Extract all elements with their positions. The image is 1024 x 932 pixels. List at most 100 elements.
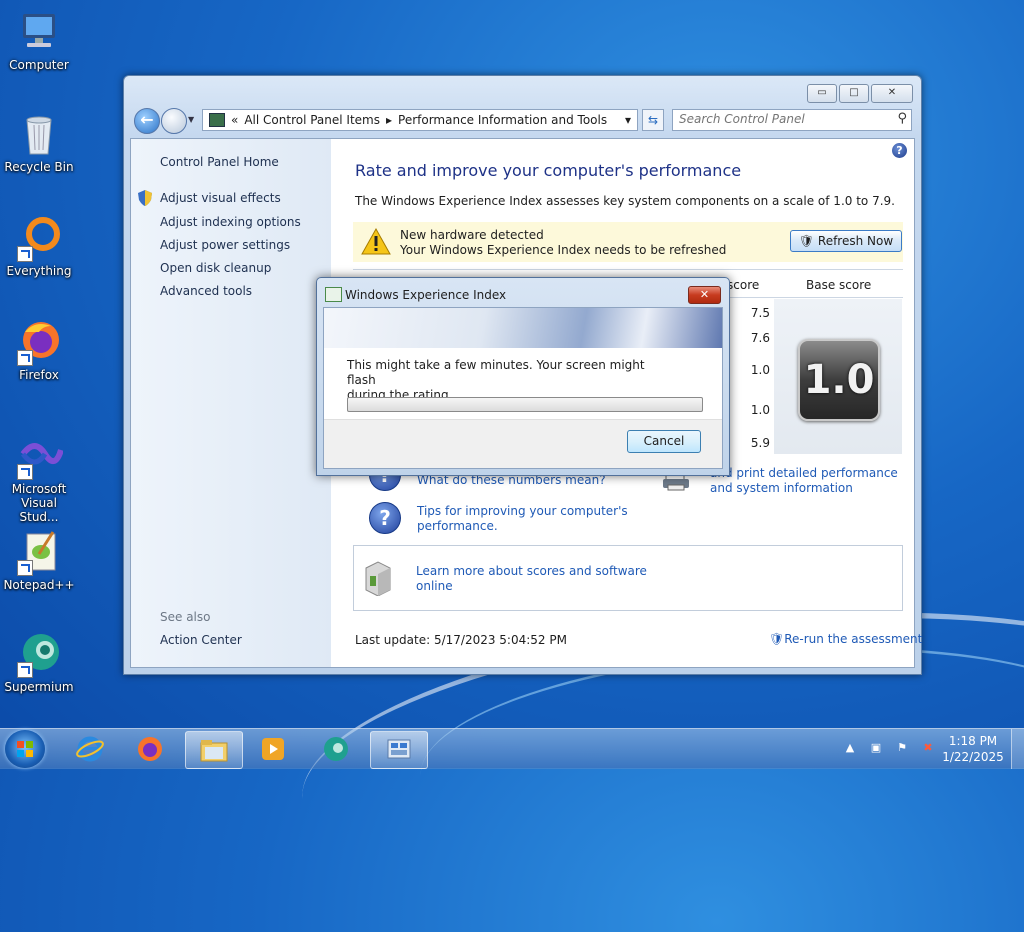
desktop-icon-vscode[interactable]: Microsoft Visual Stud...: [0, 432, 78, 524]
hardware-notice: New hardware detected Your Windows Exper…: [353, 222, 903, 262]
notice-detail: Your Windows Experience Index needs to b…: [400, 243, 727, 257]
taskbar-explorer[interactable]: [185, 731, 243, 769]
desktop-icon-label: Computer: [9, 58, 69, 72]
dialog-banner: [324, 308, 722, 348]
tips-link-line2[interactable]: performance.: [417, 519, 498, 533]
desktop-icon-label: Supermium: [4, 680, 74, 694]
clock[interactable]: 1:18 PM 1/22/2025: [937, 733, 1009, 765]
taskbar-media-player[interactable]: [245, 731, 301, 767]
breadcrumb-separator[interactable]: ▸: [386, 113, 392, 127]
learn-more-link-line2[interactable]: online: [416, 579, 453, 593]
dialog-close-button[interactable]: ✕: [688, 286, 721, 304]
desktop-icon-label: Firefox: [19, 368, 59, 382]
address-overflow-chevron[interactable]: «: [231, 113, 238, 127]
taskbar-supermium[interactable]: [308, 731, 364, 767]
minimize-button[interactable]: ▭: [807, 84, 837, 103]
shortcut-arrow-icon: [17, 350, 33, 366]
open-disk-cleanup-link[interactable]: Open disk cleanup: [160, 261, 271, 275]
folder-icon: [200, 740, 228, 762]
desktop-icon-everything[interactable]: Everything: [0, 214, 78, 278]
search-icon[interactable]: ⚲: [897, 111, 907, 126]
software-box-icon: [365, 561, 391, 596]
desktop-icon-label: Recycle Bin: [4, 160, 74, 174]
forward-button[interactable]: [161, 108, 187, 134]
recent-pages-dropdown[interactable]: ▼: [188, 115, 194, 124]
visual-studio-icon: [15, 432, 64, 480]
dialog-message-line1: This might take a few minutes. Your scre…: [347, 358, 645, 387]
rating-progress-bar: [347, 397, 703, 412]
search-input[interactable]: [673, 110, 884, 128]
desktop-icon-recycle-bin[interactable]: Recycle Bin: [0, 110, 78, 174]
address-bar[interactable]: « All Control Panel Items ▸ Performance …: [202, 109, 638, 131]
subscore-value: 1.0: [750, 403, 770, 417]
taskbar: ▲ ▣ ⚑ ✖ 1:18 PM 1/22/2025: [0, 728, 1024, 769]
shortcut-arrow-icon: [17, 662, 33, 678]
advanced-tools-link[interactable]: Advanced tools: [160, 284, 252, 298]
desktop-icon-computer[interactable]: Computer: [0, 8, 78, 72]
network-icon[interactable]: ▣: [869, 741, 883, 755]
dialog-footer: Cancel: [324, 419, 722, 468]
show-desktop-button[interactable]: [1011, 729, 1024, 769]
desktop-icon-supermium[interactable]: Supermium: [0, 630, 78, 694]
refresh-now-button[interactable]: 🛡 Refresh Now: [790, 230, 902, 252]
help-icon[interactable]: ?: [892, 143, 907, 158]
back-button[interactable]: ←: [134, 108, 160, 134]
start-button[interactable]: [5, 730, 45, 768]
control-panel-icon: [387, 739, 411, 759]
tips-link[interactable]: Tips for improving your computer's: [417, 504, 628, 518]
taskbar-firefox[interactable]: [122, 731, 178, 767]
supermium-icon: [324, 737, 348, 761]
question-icon: ?: [369, 502, 401, 534]
taskbar-ie[interactable]: [62, 731, 118, 767]
adjust-visual-effects-link[interactable]: Adjust visual effects: [160, 191, 281, 205]
shortcut-arrow-icon: [17, 246, 33, 262]
rerun-label: Re-run the assessment: [784, 632, 923, 646]
refresh-icon[interactable]: ⇆: [642, 109, 664, 131]
action-center-link[interactable]: Action Center: [160, 633, 242, 647]
desktop-icon-notepadpp[interactable]: Notepad++: [0, 528, 78, 592]
adjust-indexing-options-link[interactable]: Adjust indexing options: [160, 215, 301, 229]
desktop-icon-firefox[interactable]: Firefox: [0, 318, 78, 382]
media-player-icon: [262, 738, 284, 760]
breadcrumb-performance[interactable]: Performance Information and Tools: [398, 113, 607, 127]
learn-more-box: Learn more about scores and software onl…: [353, 545, 903, 611]
desktop-icon-label: Microsoft Visual Stud...: [11, 482, 67, 524]
rerun-assessment-link[interactable]: 🛡Re-run the assessment: [769, 632, 922, 646]
shortcut-arrow-icon: [17, 464, 33, 480]
base-score-badge: 1.0: [798, 339, 880, 421]
caption-buttons: ▭ □ ✕: [807, 84, 913, 103]
breadcrumb-all-items[interactable]: All Control Panel Items: [244, 113, 380, 127]
system-tray: ▲ ▣ ⚑ ✖: [843, 741, 935, 755]
notice-title: New hardware detected: [400, 228, 544, 242]
clock-date: 1/22/2025: [942, 750, 1004, 764]
volume-muted-icon[interactable]: ✖: [921, 741, 935, 755]
dialog-title: Windows Experience Index: [345, 288, 507, 302]
navigation-bar: ← ▼ « All Control Panel Items ▸ Performa…: [132, 107, 913, 135]
address-dropdown-icon[interactable]: ▾: [625, 113, 631, 127]
close-button[interactable]: ✕: [871, 84, 913, 103]
desktop-icon-label: Everything: [6, 264, 72, 278]
warning-icon: [361, 228, 391, 255]
internet-explorer-icon: [76, 736, 104, 762]
print-details-link[interactable]: and print detailed performance: [710, 466, 898, 480]
cancel-button[interactable]: Cancel: [627, 430, 701, 453]
taskbar-control-panel[interactable]: [370, 731, 428, 769]
control-panel-home-link[interactable]: Control Panel Home: [160, 155, 279, 169]
page-title: Rate and improve your computer's perform…: [355, 161, 742, 180]
maximize-button[interactable]: □: [839, 84, 869, 103]
show-hidden-icons-arrow[interactable]: ▲: [843, 741, 857, 755]
search-box[interactable]: ⚲: [672, 109, 912, 131]
subscore-column-header: score: [727, 278, 760, 292]
subscore-value: 7.6: [750, 331, 770, 345]
windows-logo-icon: [17, 741, 33, 757]
shortcut-arrow-icon: [17, 560, 33, 576]
print-details-link-line2[interactable]: and system information: [710, 481, 853, 495]
everything-icon: [15, 214, 63, 262]
supermium-icon: [15, 630, 63, 678]
base-score-column-header: Base score: [806, 278, 872, 292]
learn-more-link[interactable]: Learn more about scores and software: [416, 564, 647, 578]
action-center-flag-icon[interactable]: ⚑: [895, 741, 909, 755]
notepad-plus-plus-icon: [15, 528, 63, 576]
adjust-power-settings-link[interactable]: Adjust power settings: [160, 238, 290, 252]
uac-shield-icon: [138, 190, 152, 206]
